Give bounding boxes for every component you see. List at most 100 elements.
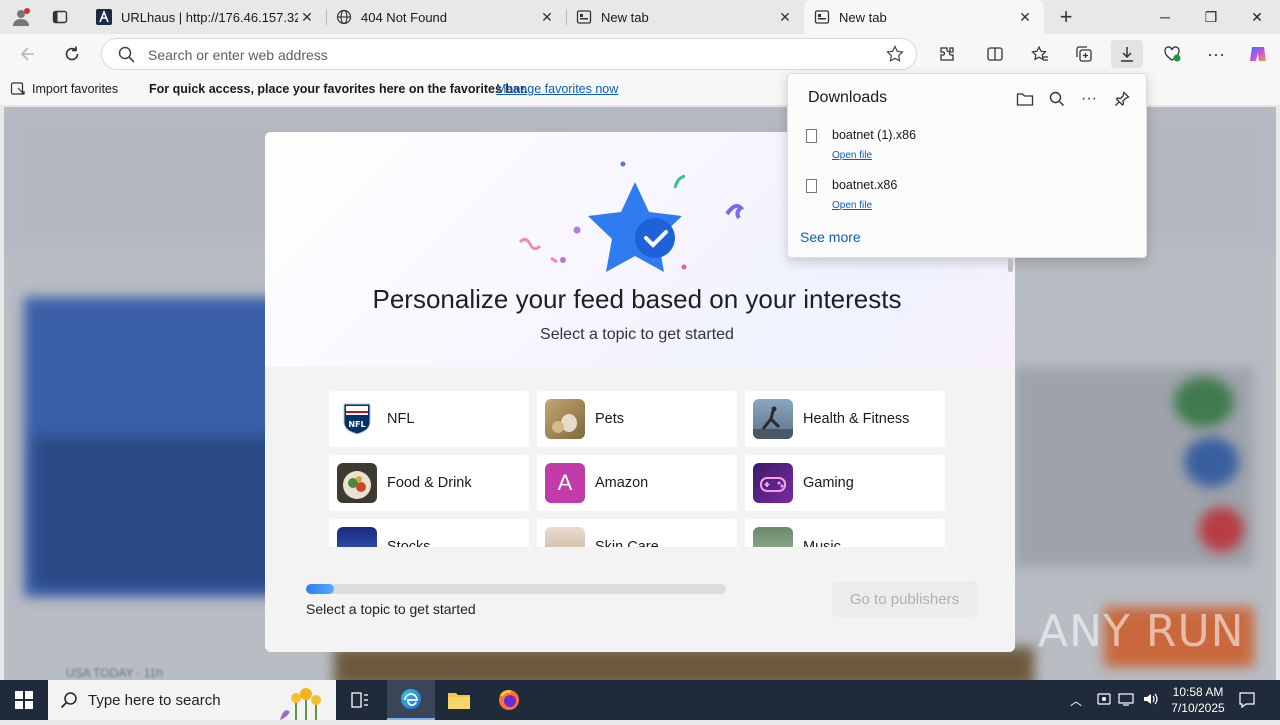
import-favorites-button[interactable]: Import favorites bbox=[10, 81, 118, 97]
urlhaus-icon bbox=[96, 9, 112, 25]
file-icon bbox=[806, 179, 817, 193]
open-file-link[interactable]: Open file bbox=[832, 150, 872, 161]
see-more-link[interactable]: See more bbox=[800, 229, 861, 245]
pets-icon bbox=[545, 399, 585, 439]
music-icon bbox=[753, 527, 793, 547]
more-options-icon[interactable]: ··· bbox=[1076, 86, 1102, 112]
address-bar[interactable] bbox=[101, 38, 917, 70]
download-item[interactable]: boatnet (1).x86 Open file bbox=[788, 126, 1148, 172]
more-options-icon[interactable]: ··· bbox=[1200, 40, 1232, 68]
tab-label: 404 Not Found bbox=[361, 9, 448, 25]
go-to-publishers-button[interactable]: Go to publishers bbox=[832, 581, 977, 617]
window-close-icon[interactable]: ✕ bbox=[1234, 0, 1280, 34]
tab-actions-icon[interactable] bbox=[48, 7, 72, 27]
download-item[interactable]: boatnet.x86 Open file bbox=[788, 176, 1148, 222]
downloads-icon[interactable] bbox=[1111, 40, 1143, 68]
gaming-icon bbox=[753, 463, 793, 503]
topic-skin-care[interactable]: Skin Care bbox=[537, 519, 737, 547]
firefox-icon[interactable] bbox=[485, 680, 533, 720]
svg-text:NFL: NFL bbox=[348, 420, 365, 429]
chevron-up-icon[interactable]: ︿ bbox=[1070, 692, 1082, 709]
topic-label: Amazon bbox=[595, 475, 649, 491]
network-icon[interactable] bbox=[1118, 691, 1136, 712]
tab-newtab[interactable]: New tab ✕ bbox=[566, 0, 804, 34]
taskbar-search-input[interactable] bbox=[88, 691, 288, 709]
dialog-subtitle: Select a topic to get started bbox=[540, 326, 734, 343]
flowers-illustration-icon bbox=[266, 680, 332, 725]
dialog-title: Personalize your feed based on your inte… bbox=[372, 284, 902, 314]
extensions-icon[interactable] bbox=[931, 40, 963, 68]
address-input[interactable] bbox=[148, 45, 848, 65]
topic-amazon[interactable]: A Amazon bbox=[537, 455, 737, 511]
minimize-icon[interactable]: ─ bbox=[1142, 0, 1188, 34]
topic-music[interactable]: Music bbox=[745, 519, 945, 547]
pin-icon[interactable] bbox=[1109, 86, 1135, 112]
newtab-icon bbox=[814, 9, 830, 25]
topic-label: Food & Drink bbox=[387, 475, 472, 491]
start-windows-icon[interactable] bbox=[0, 680, 48, 720]
system-clock[interactable]: 10:58 AM 7/10/2025 bbox=[1160, 684, 1236, 716]
progress-fill bbox=[306, 584, 335, 594]
security-tray-icon[interactable] bbox=[1096, 691, 1112, 712]
downloads-title: Downloads bbox=[808, 89, 888, 106]
profile-icon[interactable] bbox=[8, 5, 34, 29]
tab-404[interactable]: 404 Not Found ✕ bbox=[326, 0, 566, 34]
topic-food-drink[interactable]: Food & Drink bbox=[329, 455, 529, 511]
topic-gaming[interactable]: Gaming bbox=[745, 455, 945, 511]
progress-bar bbox=[306, 584, 726, 594]
import-favorites-label: Import favorites bbox=[32, 82, 119, 96]
task-view-icon[interactable] bbox=[336, 680, 384, 720]
favorites-icon[interactable] bbox=[1024, 40, 1056, 68]
skincare-icon bbox=[545, 527, 585, 547]
download-filename: boatnet (1).x86 bbox=[832, 128, 917, 142]
tab-label: New tab bbox=[601, 9, 649, 25]
file-icon bbox=[806, 129, 817, 143]
clock-time: 10:58 AM bbox=[1172, 685, 1224, 699]
page-scrollbar[interactable] bbox=[1008, 258, 1013, 272]
topic-label: Health & Fitness bbox=[803, 411, 910, 427]
restore-icon[interactable]: ❐ bbox=[1188, 0, 1234, 34]
close-icon[interactable]: ✕ bbox=[298, 9, 316, 26]
windows-taskbar: ︿ 10:58 AM 7/10/2025 bbox=[0, 680, 1280, 720]
topic-grid: NFL NFL Pets Health & Fitness Food & Dri… bbox=[329, 391, 949, 547]
open-folder-icon[interactable] bbox=[1012, 86, 1038, 112]
close-icon[interactable]: ✕ bbox=[1016, 9, 1034, 26]
browser-essentials-icon[interactable] bbox=[1156, 40, 1188, 68]
taskbar-search[interactable] bbox=[48, 680, 336, 720]
favorite-star-icon[interactable] bbox=[886, 45, 904, 68]
split-screen-icon[interactable] bbox=[979, 40, 1011, 68]
topic-label: Skin Care bbox=[595, 539, 659, 547]
background-source-label: USA TODAY · 11h bbox=[66, 666, 163, 680]
edge-taskbar-icon[interactable] bbox=[387, 680, 435, 720]
globe-icon bbox=[336, 9, 352, 25]
close-icon[interactable]: ✕ bbox=[776, 9, 794, 26]
notifications-icon[interactable] bbox=[1238, 691, 1256, 714]
copilot-icon[interactable] bbox=[1242, 40, 1274, 68]
import-icon bbox=[10, 81, 26, 97]
food-icon bbox=[337, 463, 377, 503]
nfl-icon: NFL bbox=[337, 399, 377, 439]
close-icon[interactable]: ✕ bbox=[538, 9, 556, 26]
topic-health-fitness[interactable]: Health & Fitness bbox=[745, 391, 945, 447]
favorites-bar-message: For quick access, place your favorites h… bbox=[149, 82, 528, 96]
back-icon[interactable] bbox=[12, 40, 44, 68]
manage-favorites-link[interactable]: Manage favorites now bbox=[496, 82, 618, 96]
tab-urlhaus[interactable]: URLhaus | http://176.46.157.32/fil ✕ bbox=[86, 0, 326, 34]
topic-label: Music bbox=[803, 539, 841, 547]
new-tab-plus-icon[interactable]: + bbox=[1052, 4, 1080, 29]
topic-pets[interactable]: Pets bbox=[537, 391, 737, 447]
volume-icon[interactable] bbox=[1142, 691, 1160, 712]
file-explorer-icon[interactable] bbox=[435, 680, 483, 720]
navigation-toolbar: ··· bbox=[0, 34, 1280, 74]
tab-label: New tab bbox=[839, 9, 887, 25]
refresh-icon[interactable] bbox=[56, 40, 88, 68]
search-downloads-icon[interactable] bbox=[1044, 86, 1070, 112]
collections-icon[interactable] bbox=[1068, 40, 1100, 68]
tab-newtab-active[interactable]: New tab ✕ bbox=[804, 0, 1044, 34]
topic-stocks[interactable]: Stocks bbox=[329, 519, 529, 547]
open-file-link[interactable]: Open file bbox=[832, 200, 872, 211]
stocks-icon bbox=[337, 527, 377, 547]
tab-label: URLhaus | http://176.46.157.32/fil bbox=[121, 9, 298, 25]
topic-label: Gaming bbox=[803, 475, 854, 491]
topic-nfl[interactable]: NFL NFL bbox=[329, 391, 529, 447]
